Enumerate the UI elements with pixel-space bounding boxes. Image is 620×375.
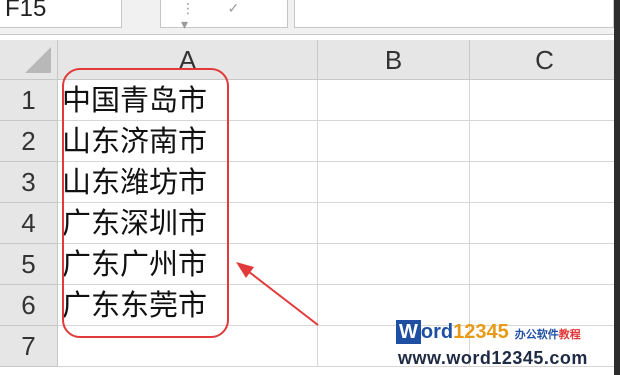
row-header[interactable]: 7 — [0, 326, 58, 367]
row-header[interactable]: 2 — [0, 121, 58, 162]
table-row: 1 中国青岛市 — [0, 80, 620, 121]
name-box[interactable]: F15 — [0, 0, 122, 28]
watermark-tagline-red: 教程 — [558, 328, 581, 341]
cell-a4[interactable]: 广东深圳市 — [58, 203, 318, 244]
cell-c3[interactable] — [470, 162, 620, 203]
formula-controls: ⋮ ✓ ▾ — [160, 0, 288, 33]
row-header[interactable]: 5 — [0, 244, 58, 285]
window-edge — [614, 0, 620, 375]
watermark: Word12345 办公软件教程 www.word12345.com — [396, 318, 616, 372]
cell-c2[interactable] — [470, 121, 620, 162]
formula-input[interactable] — [294, 0, 614, 28]
cell-c1[interactable] — [470, 80, 620, 121]
cell-b4[interactable] — [318, 203, 470, 244]
cell-a6[interactable]: 广东东莞市 — [58, 285, 318, 326]
column-header-row: A B C — [0, 40, 620, 80]
cell-a7[interactable] — [58, 326, 318, 367]
column-header-b[interactable]: B — [318, 40, 470, 80]
cell-b3[interactable] — [318, 162, 470, 203]
cell-b2[interactable] — [318, 121, 470, 162]
table-row: 4 广东深圳市 — [0, 203, 620, 244]
watermark-ord: ord — [420, 321, 454, 343]
cell-b5[interactable] — [318, 244, 470, 285]
formula-bar: F15 ⋮ ✓ ▾ — [0, 0, 620, 35]
cell-c5[interactable] — [470, 244, 620, 285]
column-header-c[interactable]: C — [470, 40, 620, 80]
select-all-corner[interactable] — [0, 40, 58, 80]
watermark-url: www.word12345.com — [398, 348, 588, 368]
cell-a3[interactable]: 山东潍坊市 — [58, 162, 318, 203]
table-row: 2 山东济南市 — [0, 121, 620, 162]
cell-c4[interactable] — [470, 203, 620, 244]
watermark-tagline-main: 办公软件 — [514, 328, 559, 341]
row-header[interactable]: 3 — [0, 162, 58, 203]
formula-control-icons: ⋮ ✓ ▾ — [181, 1, 254, 33]
table-row: 5 广东广州市 — [0, 244, 620, 285]
watermark-brand: Word12345 办公软件教程 — [396, 320, 581, 344]
table-row: 3 山东潍坊市 — [0, 162, 620, 203]
watermark-tagline: 办公软件教程 — [515, 323, 581, 347]
row-header[interactable]: 6 — [0, 285, 58, 326]
watermark-w: W — [396, 320, 421, 344]
row-header[interactable]: 1 — [0, 80, 58, 121]
cell-b1[interactable] — [318, 80, 470, 121]
cell-a5[interactable]: 广东广州市 — [58, 244, 318, 285]
column-header-a[interactable]: A — [58, 40, 318, 80]
row-header[interactable]: 4 — [0, 203, 58, 244]
watermark-num: 12345 — [453, 321, 509, 343]
cell-a2[interactable]: 山东济南市 — [58, 121, 318, 162]
select-all-icon — [25, 47, 51, 73]
cell-a1[interactable]: 中国青岛市 — [58, 80, 318, 121]
